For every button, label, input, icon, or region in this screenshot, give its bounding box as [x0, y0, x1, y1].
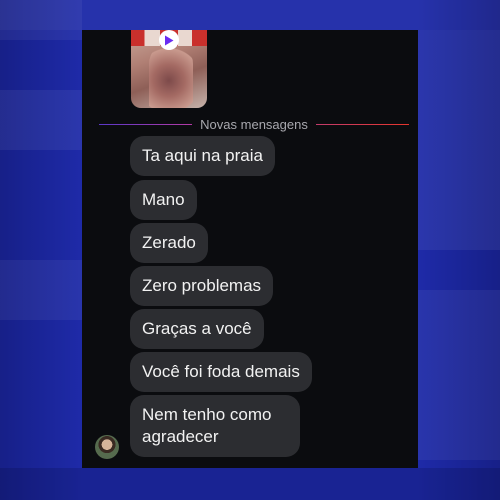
message-bubble[interactable]: Mano	[130, 180, 197, 220]
new-messages-divider: Novas mensagens	[99, 116, 410, 132]
message-bubble[interactable]: Ta aqui na praia	[130, 136, 275, 176]
play-icon	[165, 35, 174, 45]
message-bubble[interactable]: Zero problemas	[130, 266, 274, 306]
video-thumbnail[interactable]	[131, 30, 207, 108]
message-bubble[interactable]: Zerado	[130, 223, 208, 263]
message-bubble[interactable]: Você foi foda demais	[130, 352, 312, 392]
message-bubble[interactable]: Graças a você	[130, 309, 264, 349]
play-button[interactable]	[159, 30, 179, 50]
new-messages-label: Novas mensagens	[200, 116, 308, 132]
divider-line-left	[99, 123, 193, 125]
chat-panel: Novas mensagens Ta aqui na praia Mano Ze…	[82, 30, 418, 468]
background-left-decor	[0, 0, 82, 500]
thumbnail-image	[149, 42, 193, 108]
background-top-decor	[0, 0, 500, 30]
message-bubble[interactable]: Nem tenho como agradecer	[130, 395, 300, 457]
background-bottom-decor	[0, 468, 500, 500]
background-right-decor	[418, 0, 500, 500]
avatar[interactable]	[95, 435, 119, 459]
divider-line-right	[315, 123, 410, 125]
